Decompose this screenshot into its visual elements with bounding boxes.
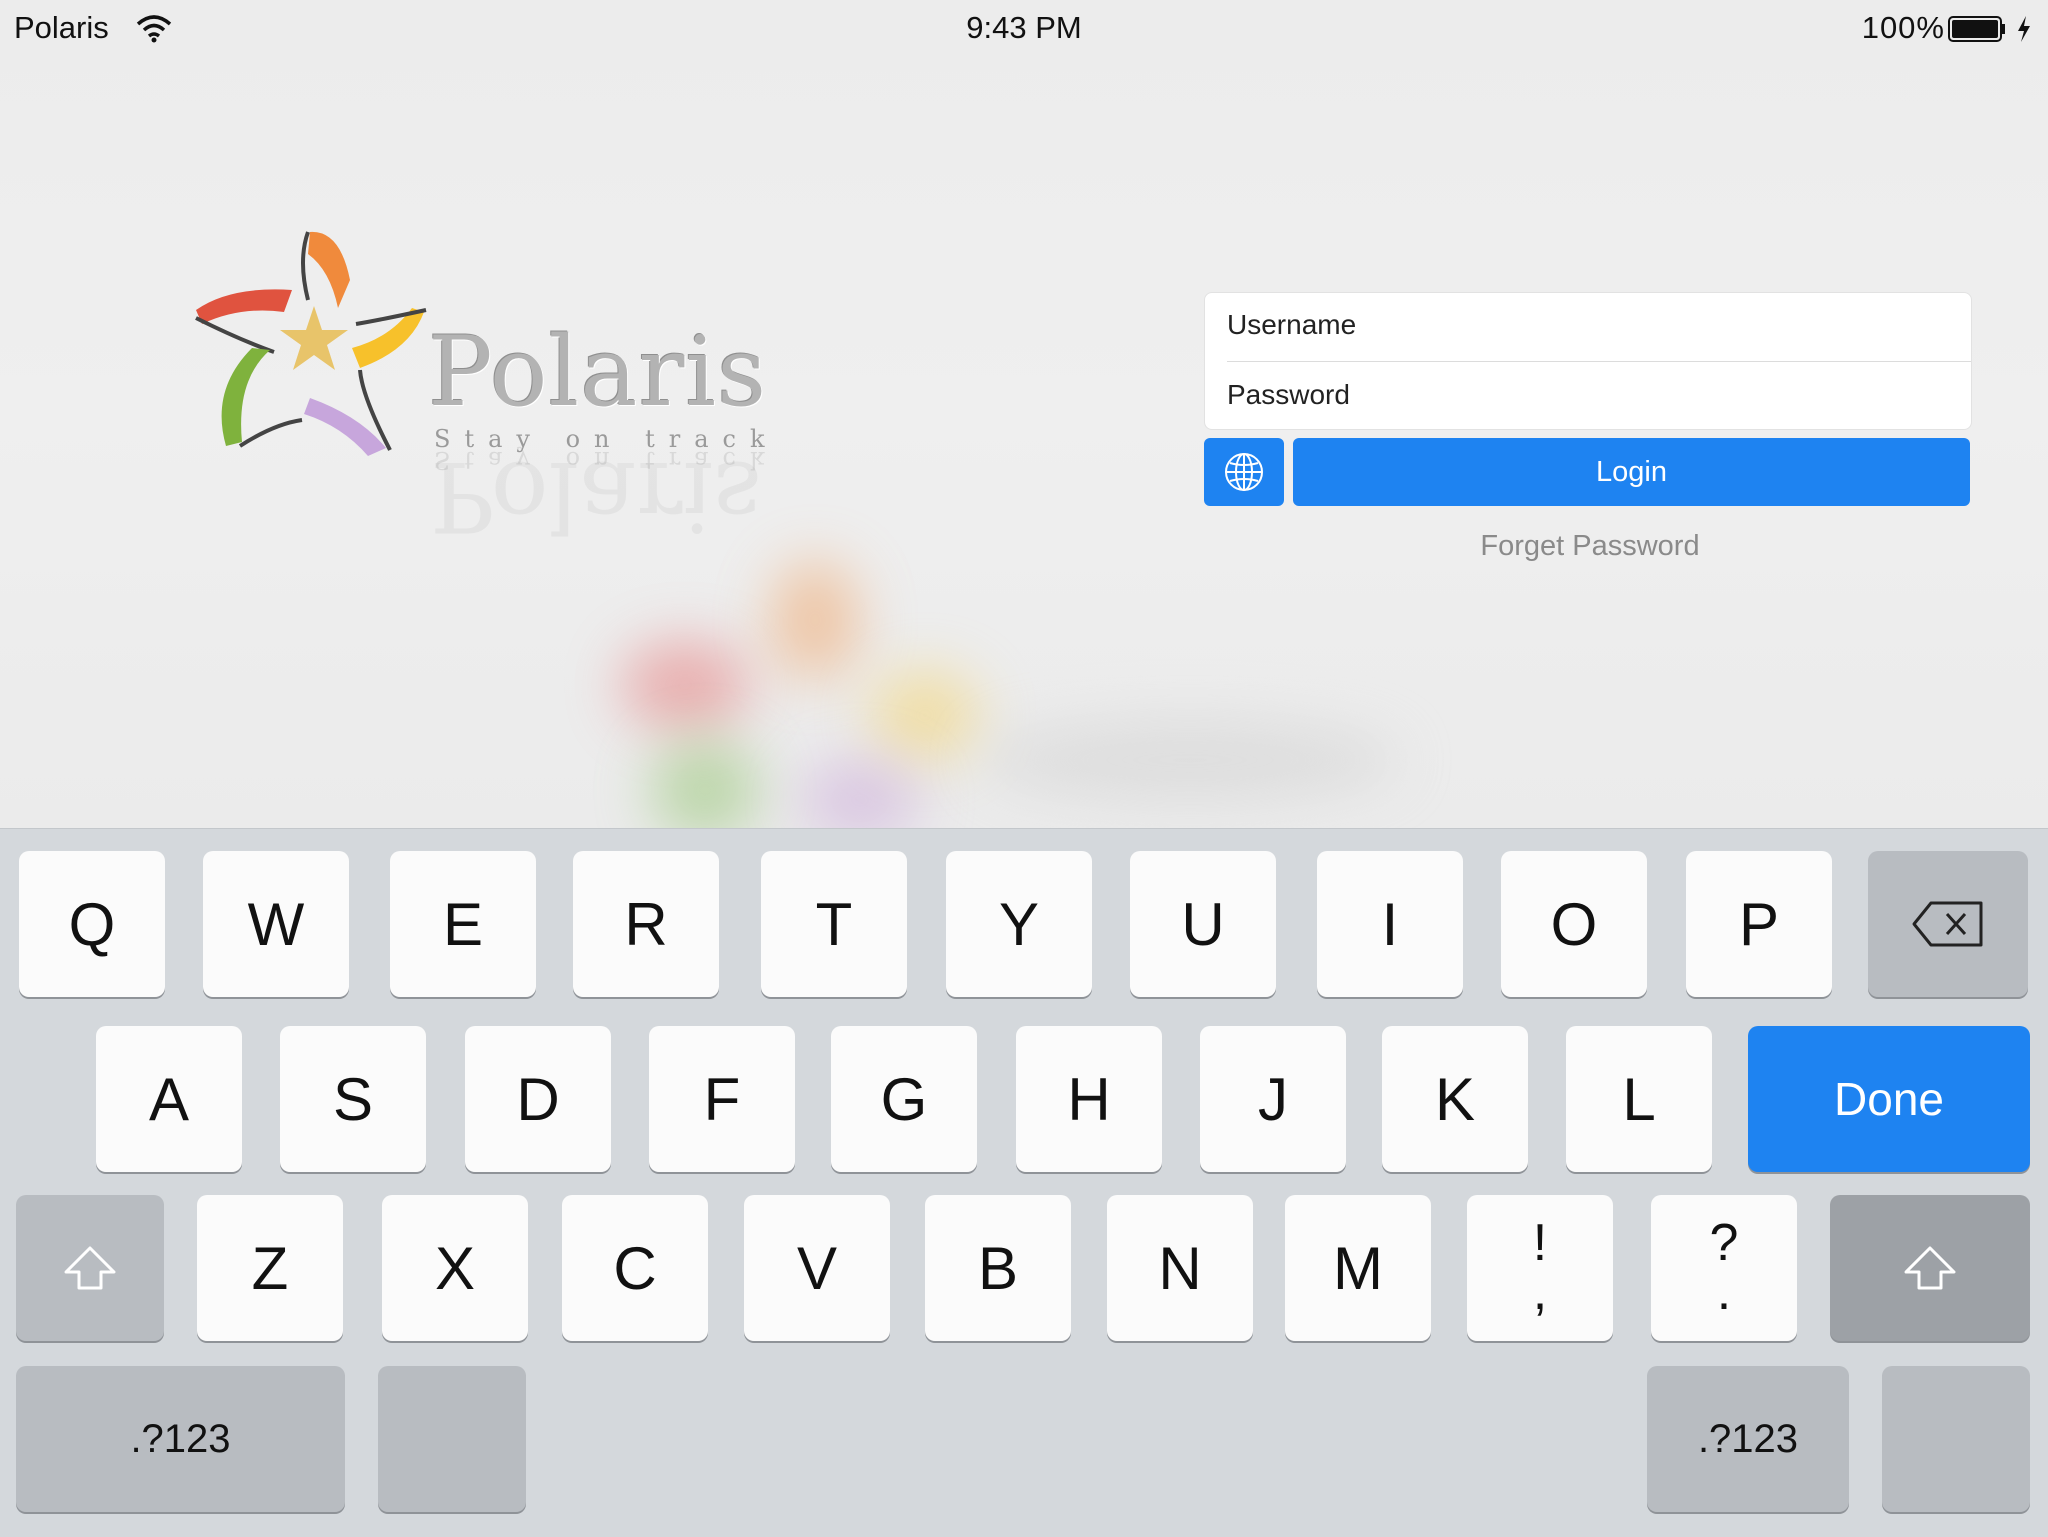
punctuation-stack: ! , bbox=[1532, 1213, 1548, 1321]
shift-key-left[interactable] bbox=[16, 1195, 164, 1341]
background-blur-decoration bbox=[870, 670, 980, 760]
key-w[interactable]: W bbox=[203, 851, 349, 997]
backspace-key[interactable] bbox=[1868, 851, 2028, 997]
star-logo-icon bbox=[195, 231, 427, 456]
background-blur-decoration bbox=[620, 640, 750, 730]
key-question-period[interactable]: ? . bbox=[1651, 1195, 1797, 1341]
app-background: Polaris 9:43 PM 100% Polaris Stay on tra… bbox=[0, 0, 2048, 828]
numbers-key-right[interactable]: .?123 bbox=[1647, 1366, 1849, 1512]
background-blur-decoration bbox=[770, 560, 860, 680]
punctuation-stack: ? . bbox=[1709, 1213, 1739, 1321]
key-z[interactable]: Z bbox=[197, 1195, 343, 1341]
status-time: 9:43 PM bbox=[966, 10, 1082, 45]
key-m[interactable]: M bbox=[1285, 1195, 1431, 1341]
key-f[interactable]: F bbox=[649, 1026, 795, 1172]
key-y[interactable]: Y bbox=[946, 851, 1092, 997]
username-field[interactable] bbox=[1227, 309, 1927, 341]
key-o[interactable]: O bbox=[1501, 851, 1647, 997]
hide-keyboard-key[interactable] bbox=[1882, 1366, 2030, 1512]
password-field[interactable] bbox=[1227, 379, 1927, 411]
punct-bottom: . bbox=[1716, 1263, 1732, 1321]
key-t[interactable]: T bbox=[761, 851, 907, 997]
password-input[interactable] bbox=[1227, 379, 1927, 411]
background-blur-decoration bbox=[650, 740, 760, 828]
numbers-key-left[interactable]: .?123 bbox=[16, 1366, 345, 1512]
shift-icon bbox=[1904, 1246, 1956, 1290]
language-button[interactable] bbox=[1204, 438, 1284, 506]
backspace-icon bbox=[1912, 901, 1983, 947]
background-blur-decoration bbox=[800, 760, 920, 828]
globe-keyboard-key[interactable] bbox=[378, 1366, 526, 1512]
username-input[interactable] bbox=[1227, 309, 1927, 341]
key-k[interactable]: K bbox=[1382, 1026, 1528, 1172]
key-r[interactable]: R bbox=[573, 851, 719, 997]
key-b[interactable]: B bbox=[925, 1195, 1071, 1341]
key-exclamation-comma[interactable]: ! , bbox=[1467, 1195, 1613, 1341]
key-c[interactable]: C bbox=[562, 1195, 708, 1341]
on-screen-keyboard: Q W E R T Y U I O P A S D F G H J K L Do… bbox=[0, 828, 2048, 1537]
key-s[interactable]: S bbox=[280, 1026, 426, 1172]
key-p[interactable]: P bbox=[1686, 851, 1832, 997]
shift-icon bbox=[64, 1246, 116, 1290]
shift-key-right[interactable] bbox=[1830, 1195, 2030, 1341]
battery-percentage: 100% bbox=[1861, 10, 1945, 45]
logo-wordmark: Polaris bbox=[428, 316, 768, 428]
punct-top: ? bbox=[1709, 1213, 1739, 1272]
key-n[interactable]: N bbox=[1107, 1195, 1253, 1341]
field-divider bbox=[1227, 361, 1971, 362]
forget-password-link[interactable]: Forget Password bbox=[1204, 530, 1976, 563]
done-key[interactable]: Done bbox=[1748, 1026, 2030, 1172]
key-g[interactable]: G bbox=[831, 1026, 977, 1172]
login-button[interactable]: Login bbox=[1293, 438, 1970, 506]
key-l[interactable]: L bbox=[1566, 1026, 1712, 1172]
globe-icon bbox=[1225, 453, 1263, 491]
punct-bottom: , bbox=[1532, 1263, 1548, 1321]
login-card bbox=[1204, 292, 1972, 430]
key-d[interactable]: D bbox=[465, 1026, 611, 1172]
battery-icon bbox=[1948, 16, 2005, 42]
key-h[interactable]: H bbox=[1016, 1026, 1162, 1172]
status-bar: Polaris 9:43 PM 100% bbox=[0, 0, 2048, 60]
key-v[interactable]: V bbox=[744, 1195, 890, 1341]
key-a[interactable]: A bbox=[96, 1026, 242, 1172]
key-q[interactable]: Q bbox=[19, 851, 165, 997]
key-e[interactable]: E bbox=[390, 851, 536, 997]
key-x[interactable]: X bbox=[382, 1195, 528, 1341]
key-i[interactable]: I bbox=[1317, 851, 1463, 997]
punct-top: ! bbox=[1532, 1213, 1548, 1272]
logo-wordmark-reflection: Polaris bbox=[430, 440, 763, 552]
background-blur-decoration bbox=[980, 720, 1400, 800]
key-u[interactable]: U bbox=[1130, 851, 1276, 997]
charging-bolt-icon bbox=[2018, 16, 2030, 42]
key-j[interactable]: J bbox=[1200, 1026, 1346, 1172]
